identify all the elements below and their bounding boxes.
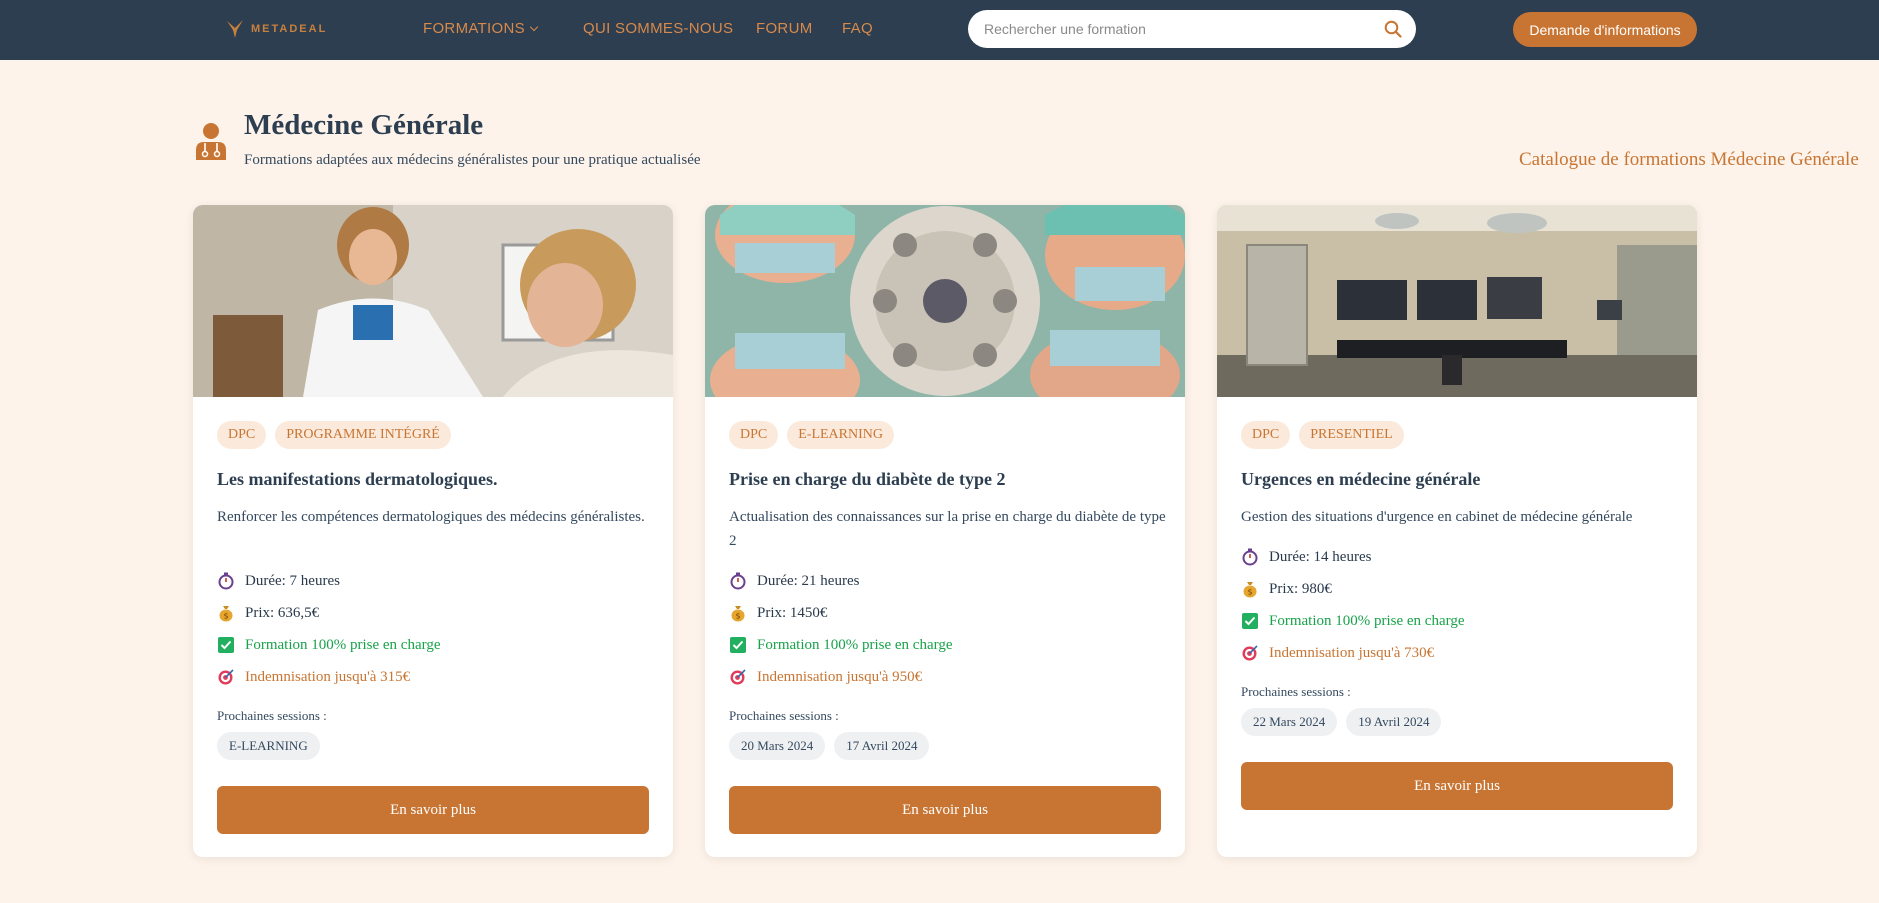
sessions-list: 22 Mars 2024 19 Avril 2024 — [1241, 708, 1442, 736]
card-title: Prise en charge du diabète de type 2 — [729, 469, 1006, 489]
request-info-button[interactable]: Demande d'informations — [1513, 12, 1697, 47]
info-indemnity: Indemnisation jusqu'à 315€ — [217, 667, 441, 687]
card-tags: DPC E-LEARNING — [729, 421, 894, 449]
price-text: Prix: 980€ — [1269, 580, 1332, 597]
tag-dpc: DPC — [729, 421, 779, 449]
nav-forum[interactable]: FORUM — [756, 20, 813, 37]
info-duration: Durée: 21 heures — [729, 571, 953, 591]
card-info-list: Durée: 21 heures $ Prix: 1450€ Formation… — [729, 571, 953, 687]
info-price: $ Prix: 636,5€ — [217, 603, 441, 623]
course-card-emergencies: DPC PRESENTIEL Urgences en médecine géné… — [1217, 205, 1697, 857]
nav-formations[interactable]: FORMATIONS — [423, 20, 539, 37]
nav-formations-label: FORMATIONS — [423, 20, 525, 37]
money-bag-icon: $ — [1243, 582, 1257, 598]
tag-format: PROGRAMME INTÉGRÉ — [275, 421, 451, 449]
info-coverage: Formation 100% prise en charge — [217, 635, 441, 655]
surgeons-photo — [705, 205, 1185, 397]
course-card-dermatology: DPC PROGRAMME INTÉGRÉ Les manifestations… — [193, 205, 673, 857]
search-icon[interactable] — [1384, 20, 1402, 38]
learn-more-button[interactable]: En savoir plus — [1241, 762, 1673, 810]
info-duration: Durée: 7 heures — [217, 571, 441, 591]
target-icon — [1242, 645, 1258, 661]
money-bag-icon: $ — [731, 606, 745, 622]
duration-text: Durée: 21 heures — [757, 572, 860, 589]
duration-text: Durée: 7 heures — [245, 572, 340, 589]
chevron-down-icon — [529, 22, 539, 32]
svg-text:$: $ — [223, 612, 228, 621]
card-image — [193, 205, 673, 397]
info-coverage: Formation 100% prise en charge — [729, 635, 953, 655]
tag-dpc: DPC — [1241, 421, 1291, 449]
svg-text:$: $ — [1247, 588, 1252, 597]
tag-format: E-LEARNING — [787, 421, 894, 449]
course-card-diabetes: DPC E-LEARNING Prise en charge du diabèt… — [705, 205, 1185, 857]
check-box-icon — [730, 637, 746, 653]
money-bag-icon: $ — [219, 606, 233, 622]
info-coverage: Formation 100% prise en charge — [1241, 611, 1465, 631]
doctor-patient-photo — [193, 205, 673, 397]
page-title: Médecine Générale — [244, 109, 484, 141]
search-input[interactable] — [984, 10, 1364, 48]
check-box-icon — [218, 637, 234, 653]
target-icon — [218, 669, 234, 685]
card-description: Gestion des situations d'urgence en cabi… — [1241, 509, 1633, 525]
check-box-icon — [1242, 613, 1258, 629]
nav-qui-sommes-nous[interactable]: QUI SOMMES-NOUS — [583, 20, 733, 37]
session-pill: 17 Avril 2024 — [834, 732, 930, 760]
coverage-text: Formation 100% prise en charge — [245, 636, 441, 653]
price-text: Prix: 1450€ — [757, 604, 828, 621]
learn-more-button[interactable]: En savoir plus — [729, 786, 1161, 834]
session-pill: 20 Mars 2024 — [729, 732, 826, 760]
coverage-text: Formation 100% prise en charge — [1269, 612, 1465, 629]
coverage-text: Formation 100% prise en charge — [757, 636, 953, 653]
sessions-list: E-LEARNING — [217, 732, 320, 760]
logo-text: METADEAL — [251, 23, 328, 35]
card-description: Renforcer les compétences dermatologique… — [217, 509, 645, 525]
card-tags: DPC PRESENTIEL — [1241, 421, 1404, 449]
card-title: Les manifestations dermatologiques. — [217, 469, 498, 489]
duration-text: Durée: 14 heures — [1269, 548, 1372, 565]
card-info-list: Durée: 14 heures $ Prix: 980€ Formation … — [1241, 547, 1465, 663]
tag-format: PRESENTIEL — [1299, 421, 1404, 449]
svg-text:$: $ — [735, 612, 740, 621]
info-price: $ Prix: 1450€ — [729, 603, 953, 623]
doctor-icon — [196, 123, 226, 160]
nav-faq[interactable]: FAQ — [842, 20, 873, 37]
logo-bird-icon — [227, 20, 243, 38]
learn-more-button[interactable]: En savoir plus — [217, 786, 649, 834]
target-icon — [730, 669, 746, 685]
operating-room-photo — [1217, 205, 1697, 397]
indemnity-text: Indemnisation jusqu'à 315€ — [245, 668, 411, 685]
tag-dpc: DPC — [217, 421, 267, 449]
card-title: Urgences en médecine générale — [1241, 469, 1481, 489]
card-info-list: Durée: 7 heures $ Prix: 636,5€ Formation… — [217, 571, 441, 687]
sessions-list: 20 Mars 2024 17 Avril 2024 — [729, 732, 930, 760]
price-text: Prix: 636,5€ — [245, 604, 320, 621]
page-subtitle: Formations adaptées aux médecins général… — [244, 152, 701, 168]
session-pill: 22 Mars 2024 — [1241, 708, 1338, 736]
stopwatch-icon — [218, 572, 234, 590]
brand-logo[interactable]: METADEAL — [225, 18, 327, 40]
stopwatch-icon — [1242, 548, 1258, 566]
card-description: Actualisation des connaissances sur la p… — [729, 509, 1166, 549]
info-price: $ Prix: 980€ — [1241, 579, 1465, 599]
info-indemnity: Indemnisation jusqu'à 730€ — [1241, 643, 1465, 663]
indemnity-text: Indemnisation jusqu'à 730€ — [1269, 644, 1435, 661]
sessions-label: Prochaines sessions : — [729, 708, 839, 723]
info-duration: Durée: 14 heures — [1241, 547, 1465, 567]
card-image — [705, 205, 1185, 397]
info-indemnity: Indemnisation jusqu'à 950€ — [729, 667, 953, 687]
sessions-label: Prochaines sessions : — [1241, 684, 1351, 699]
stopwatch-icon — [730, 572, 746, 590]
search-box — [968, 10, 1416, 48]
top-navbar: METADEAL FORMATIONS QUI SOMMES-NOUS FORU… — [0, 0, 1879, 60]
sessions-label: Prochaines sessions : — [217, 708, 327, 723]
session-pill: E-LEARNING — [217, 732, 320, 760]
session-pill: 19 Avril 2024 — [1346, 708, 1442, 736]
indemnity-text: Indemnisation jusqu'à 950€ — [757, 668, 923, 685]
card-image — [1217, 205, 1697, 397]
catalog-link[interactable]: Catalogue de formations Médecine Général… — [1519, 149, 1859, 171]
card-tags: DPC PROGRAMME INTÉGRÉ — [217, 421, 451, 449]
